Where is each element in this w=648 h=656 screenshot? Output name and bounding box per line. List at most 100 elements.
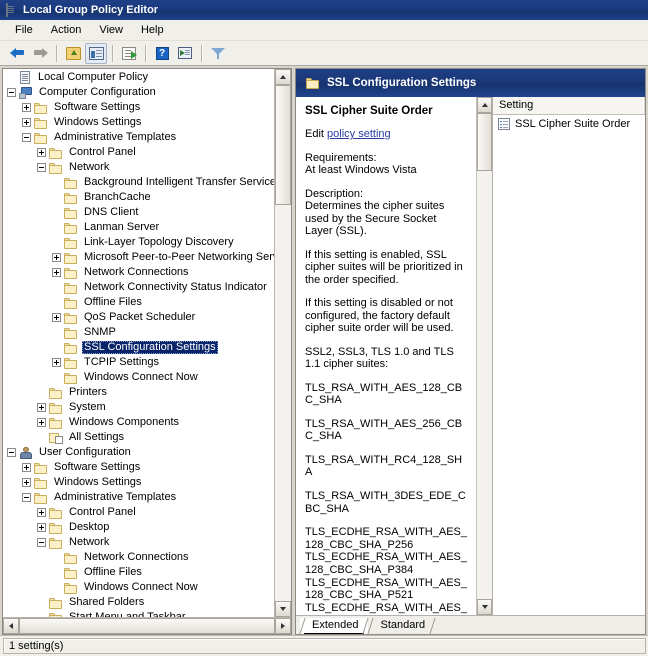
tree-item-network-connections[interactable]: Network Connections	[3, 550, 274, 565]
expand-icon[interactable]	[52, 358, 61, 367]
expand-icon[interactable]	[37, 148, 46, 157]
scroll-up-button[interactable]	[275, 69, 291, 85]
tree-item-windows-settings[interactable]: Windows Settings	[3, 115, 274, 130]
collapse-icon[interactable]	[22, 493, 31, 502]
extended-scroll-down-button[interactable]	[477, 599, 492, 615]
menu-item-help[interactable]: Help	[132, 22, 173, 38]
tree-item-software-settings[interactable]: Software Settings	[3, 100, 274, 115]
collapse-icon[interactable]	[7, 88, 16, 97]
tree-item-lanman-server[interactable]: Lanman Server	[3, 220, 274, 235]
tree-item-network-connections[interactable]: Network Connections	[3, 265, 274, 280]
hscroll-thumb[interactable]	[19, 618, 275, 634]
tree-item-label: Network	[69, 161, 110, 173]
tree-item-printers[interactable]: Printers	[3, 385, 274, 400]
filter-button[interactable]	[207, 43, 229, 64]
tree-item-desktop[interactable]: Desktop	[3, 520, 274, 535]
scroll-thumb[interactable]	[275, 85, 291, 205]
expand-icon[interactable]	[37, 418, 46, 427]
tree-item-system[interactable]: System	[3, 400, 274, 415]
toolbar-separator	[56, 44, 57, 62]
tree-item-windows-settings[interactable]: Windows Settings	[3, 475, 274, 490]
back-button[interactable]	[6, 43, 28, 64]
extended-scroll-up-button[interactable]	[477, 97, 492, 113]
tree-item-branchcache[interactable]: BranchCache	[3, 190, 274, 205]
tree-item-label: Windows Connect Now	[84, 371, 198, 383]
description-paragraph: Determines the cipher suites used by the…	[305, 200, 445, 237]
scroll-left-button[interactable]	[3, 618, 19, 634]
tab-standard[interactable]: Standard	[368, 618, 435, 634]
collapse-icon[interactable]	[37, 538, 46, 547]
tree-item-microsoft-peer-to-peer-networking-services[interactable]: Microsoft Peer-to-Peer Networking Servic…	[3, 250, 274, 265]
tree-item-shared-folders[interactable]: Shared Folders	[3, 595, 274, 610]
expand-icon[interactable]	[37, 508, 46, 517]
help-button[interactable]: ?	[151, 43, 173, 64]
tree-item-offline-files[interactable]: Offline Files	[3, 295, 274, 310]
tree-item-background-intelligent-transfer-service-bits[interactable]: Background Intelligent Transfer Service …	[3, 175, 274, 190]
table-row[interactable]: SSL Cipher Suite Order	[493, 115, 645, 132]
expand-icon[interactable]	[52, 313, 61, 322]
tree-item-windows-components[interactable]: Windows Components	[3, 415, 274, 430]
tree-item-windows-connect-now[interactable]: Windows Connect Now	[3, 580, 274, 595]
collapse-icon[interactable]	[7, 448, 16, 457]
show-action-pane-button[interactable]	[174, 43, 196, 64]
policy-setting-link[interactable]: policy setting	[327, 128, 391, 140]
tree-horizontal-scrollbar[interactable]	[3, 617, 291, 634]
expand-icon[interactable]	[22, 478, 31, 487]
scroll-track[interactable]	[275, 85, 291, 601]
tree-item-control-panel[interactable]: Control Panel	[3, 505, 274, 520]
policy-tree[interactable]: Local Computer Policy Computer Configurat…	[3, 69, 274, 617]
tree-item-link-layer-topology-discovery[interactable]: Link-Layer Topology Discovery	[3, 235, 274, 250]
folder-icon	[64, 327, 78, 339]
results-pane-header: SSL Configuration Settings	[296, 69, 645, 97]
extended-scroll-thumb[interactable]	[477, 113, 492, 171]
column-header-setting[interactable]: Setting	[493, 97, 645, 114]
tree-item-local-computer-policy[interactable]: Local Computer Policy	[3, 70, 274, 85]
folder-icon	[34, 492, 48, 504]
show-hide-tree-button[interactable]	[85, 42, 107, 64]
collapse-icon[interactable]	[37, 163, 46, 172]
tree-vertical-scrollbar[interactable]	[274, 69, 291, 617]
tree-item-start-menu-and-taskbar[interactable]: Start Menu and Taskbar	[3, 610, 274, 617]
menu-item-view[interactable]: View	[90, 22, 132, 38]
tree-item-label: Local Computer Policy	[38, 71, 149, 83]
tree-item-qos-packet-scheduler[interactable]: QoS Packet Scheduler	[3, 310, 274, 325]
tree-item-tcpip-settings[interactable]: TCPIP Settings	[3, 355, 274, 370]
collapse-icon[interactable]	[22, 133, 31, 142]
extended-scroll-track[interactable]	[477, 113, 492, 599]
tree-item-network[interactable]: Network	[3, 160, 274, 175]
extended-info-scrollbar[interactable]	[476, 97, 492, 615]
tree-item-control-panel[interactable]: Control Panel	[3, 145, 274, 160]
tree-item-ssl-configuration-settings[interactable]: SSL Configuration Settings	[3, 340, 274, 355]
expand-icon[interactable]	[22, 463, 31, 472]
expand-icon[interactable]	[52, 253, 61, 262]
hscroll-track[interactable]	[19, 618, 275, 634]
tree-item-dns-client[interactable]: DNS Client	[3, 205, 274, 220]
tree-item-administrative-templates[interactable]: Administrative Templates	[3, 130, 274, 145]
tab-extended[interactable]: Extended	[300, 618, 369, 634]
expand-icon[interactable]	[37, 523, 46, 532]
tab-standard-label: Standard	[380, 619, 426, 631]
forward-button[interactable]	[29, 43, 51, 64]
tree-item-network-connectivity-status-indicator[interactable]: Network Connectivity Status Indicator	[3, 280, 274, 295]
expand-icon[interactable]	[22, 118, 31, 127]
tree-item-network[interactable]: Network	[3, 535, 274, 550]
expand-icon[interactable]	[22, 103, 31, 112]
export-list-button[interactable]	[118, 43, 140, 64]
tree-item-all-settings[interactable]: All Settings	[3, 430, 274, 445]
expand-icon[interactable]	[52, 268, 61, 277]
tree-item-offline-files[interactable]: Offline Files	[3, 565, 274, 580]
menu-item-file[interactable]: File	[6, 22, 42, 38]
up-one-level-button[interactable]	[62, 43, 84, 64]
tree-item-computer-configuration[interactable]: Computer Configuration	[3, 85, 274, 100]
tree-item-windows-connect-now[interactable]: Windows Connect Now	[3, 370, 274, 385]
expand-icon[interactable]	[37, 403, 46, 412]
scroll-right-button[interactable]	[275, 618, 291, 634]
tree-item-user-configuration[interactable]: User Configuration	[3, 445, 274, 460]
tree-item-snmp[interactable]: SNMP	[3, 325, 274, 340]
scroll-down-button[interactable]	[275, 601, 291, 617]
tree-item-administrative-templates[interactable]: Administrative Templates	[3, 490, 274, 505]
tree-item-software-settings[interactable]: Software Settings	[3, 460, 274, 475]
menu-item-action[interactable]: Action	[42, 22, 91, 38]
